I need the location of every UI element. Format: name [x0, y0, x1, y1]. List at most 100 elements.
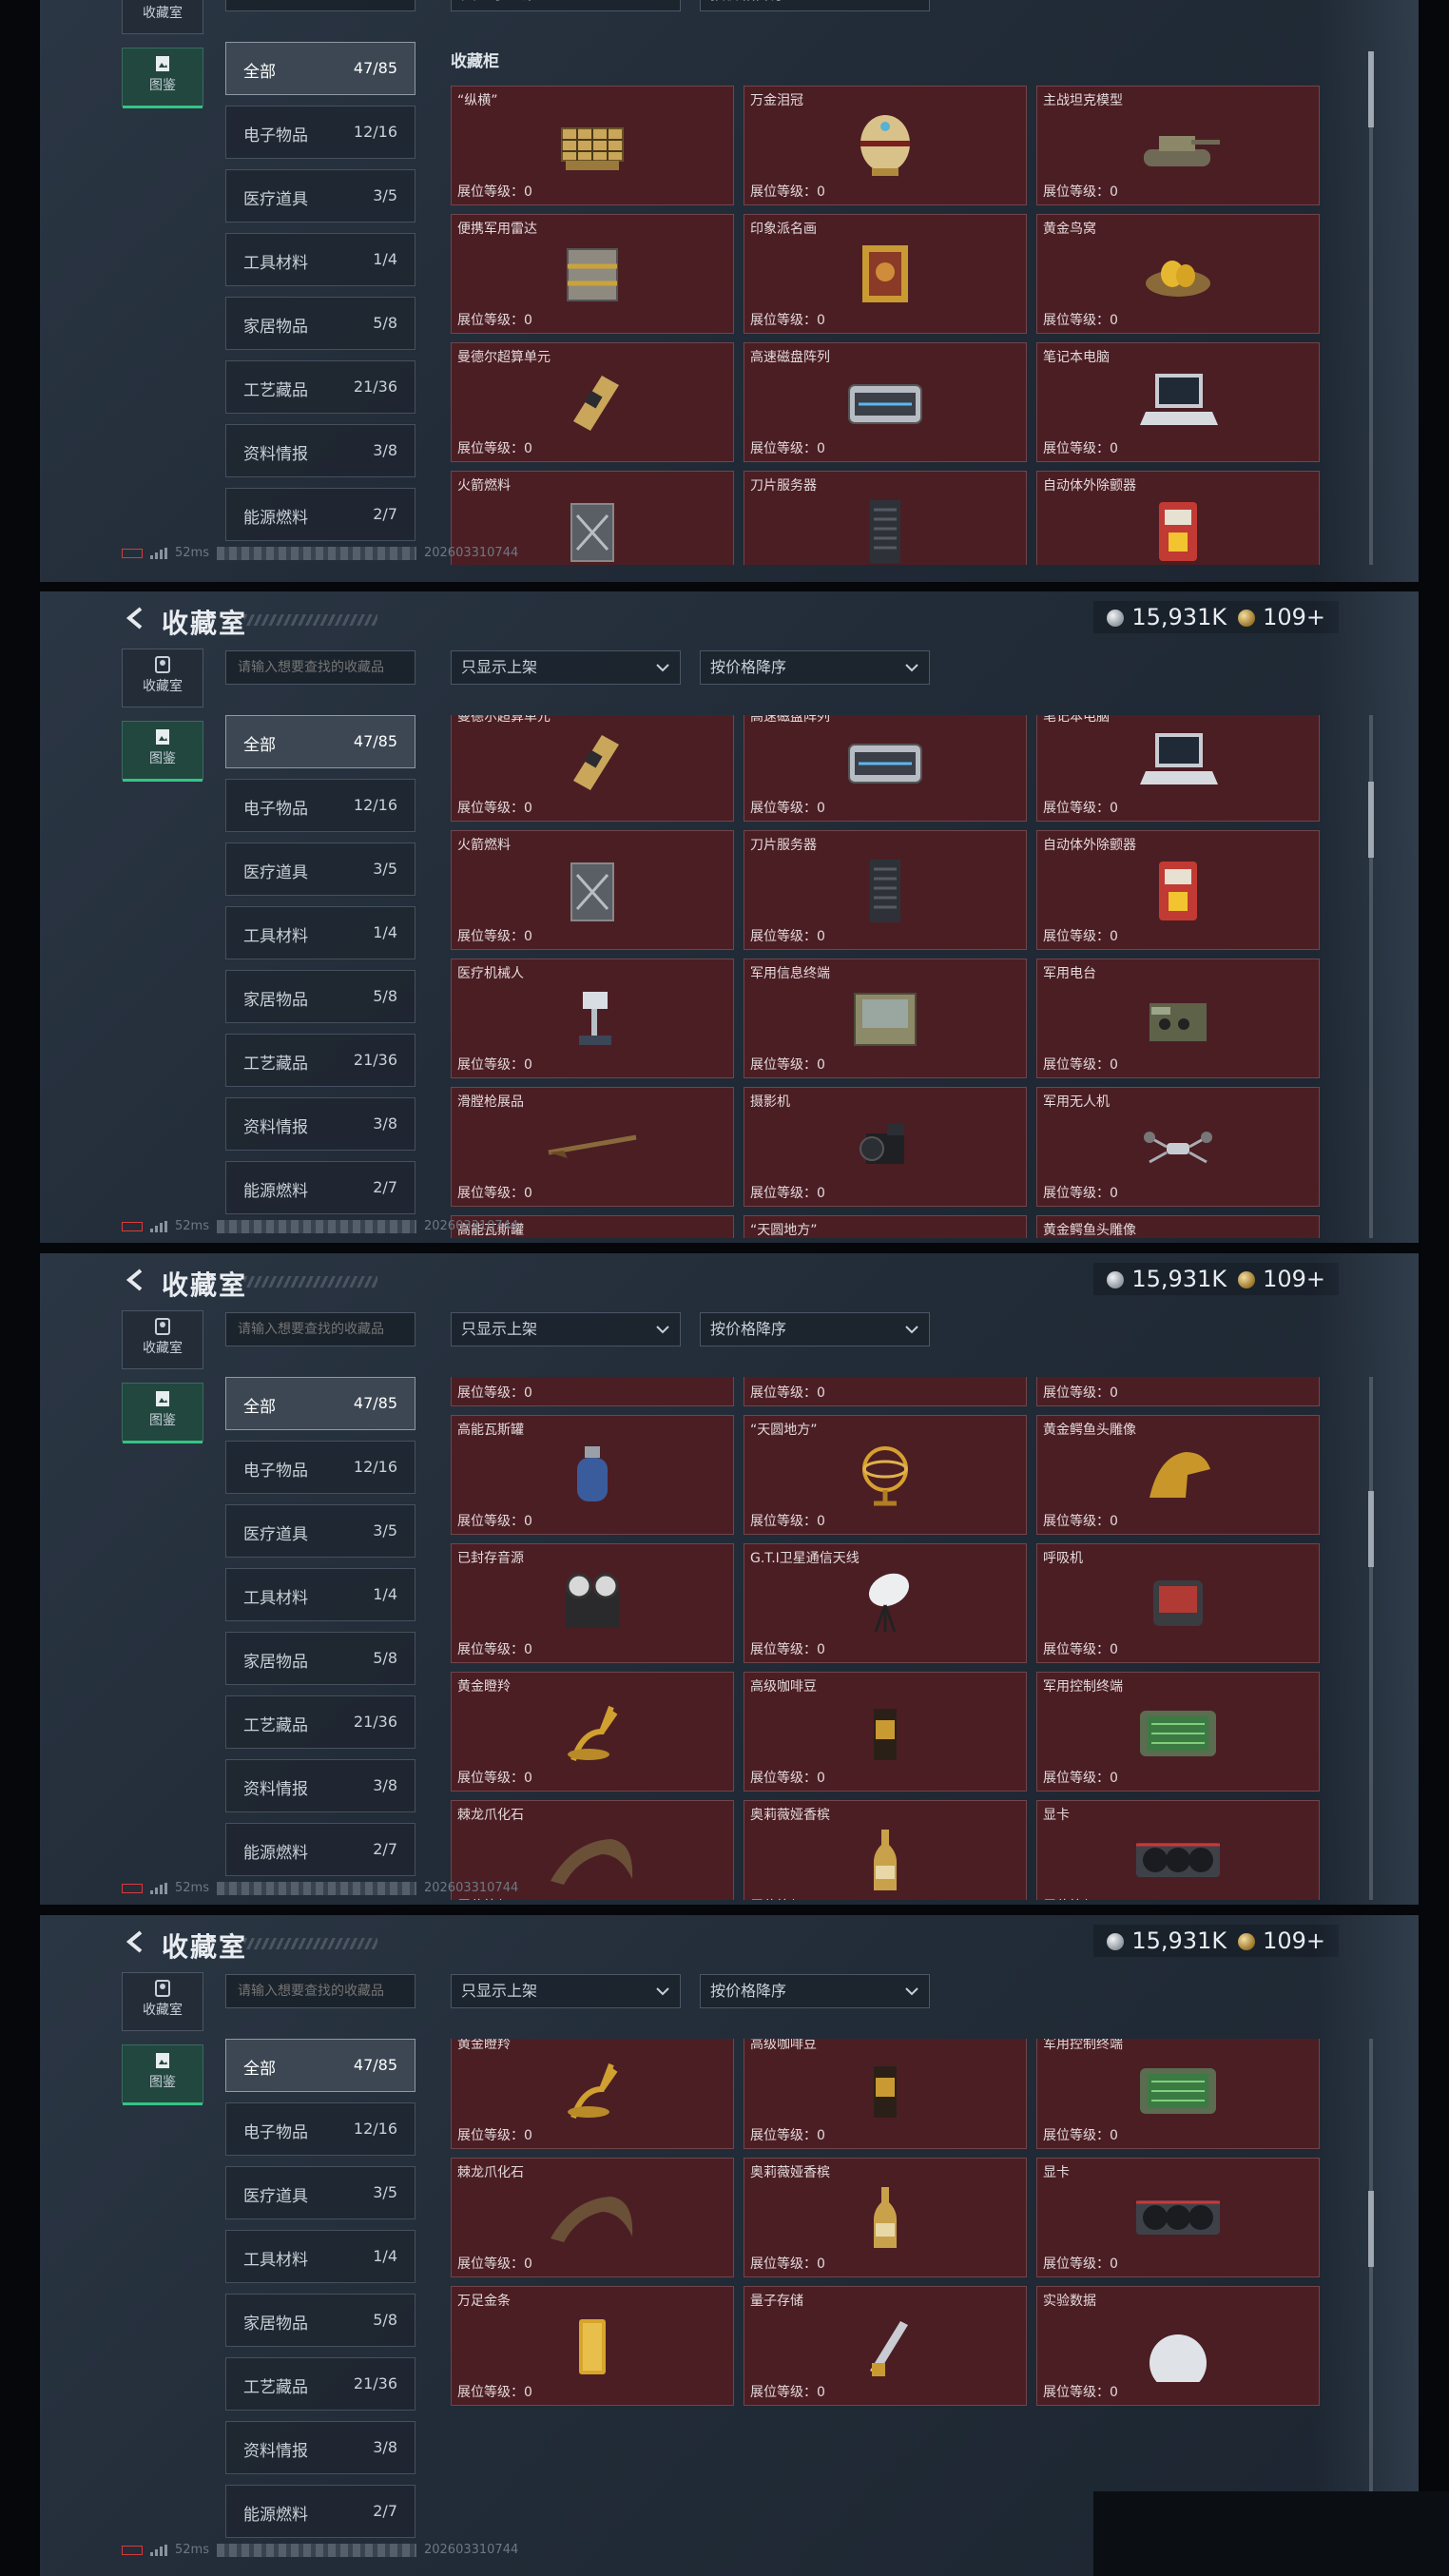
category-tab[interactable]: 能源燃料 2/7: [225, 1161, 415, 1214]
collectible-card[interactable]: “天圆地方”展位等级：0: [744, 1415, 1027, 1535]
search-input[interactable]: [225, 650, 415, 685]
collectible-card[interactable]: 自动体外除颤器展位等级：0: [1036, 830, 1320, 950]
collectible-card[interactable]: 高级咖啡豆 展位等级：0: [744, 2039, 1027, 2149]
category-tab[interactable]: 电子物品 12/16: [225, 2102, 415, 2156]
category-tab[interactable]: 电子物品 12/16: [225, 779, 415, 832]
category-tab[interactable]: 工艺藏品 21/36: [225, 2357, 415, 2411]
scrollbar-thumb[interactable]: [1368, 51, 1374, 127]
collectible-card[interactable]: 军用电台 展位等级：0: [1036, 959, 1320, 1078]
category-tab[interactable]: 工艺藏品 21/36: [225, 1034, 415, 1087]
category-tab[interactable]: 全部 47/85: [225, 715, 415, 768]
collectible-card[interactable]: 高级咖啡豆 展位等级：0: [744, 1672, 1027, 1792]
scrollbar-thumb[interactable]: [1368, 1491, 1374, 1567]
category-tab[interactable]: 资料情报 3/8: [225, 424, 415, 477]
collectible-card[interactable]: 显卡展位等级：0: [1036, 1800, 1320, 1900]
nav-catalog-button[interactable]: 图鉴: [122, 2044, 203, 2105]
collectible-card[interactable]: 军用无人机展位等级：0: [1036, 1377, 1320, 1406]
category-tab[interactable]: 家居物品 5/8: [225, 2294, 415, 2347]
category-tab[interactable]: 资料情报 3/8: [225, 2421, 415, 2474]
nav-catalog-button[interactable]: 图鉴: [122, 48, 203, 108]
nav-catalog-button[interactable]: 图鉴: [122, 721, 203, 782]
category-tab[interactable]: 医疗道具 3/5: [225, 169, 415, 223]
category-tab[interactable]: 资料情报 3/8: [225, 1097, 415, 1151]
nav-catalog-button[interactable]: 图鉴: [122, 1383, 203, 1443]
collectible-card[interactable]: 高速磁盘阵列 展位等级：0: [744, 342, 1027, 462]
search-input[interactable]: [225, 1312, 415, 1346]
collectible-card[interactable]: 刀片服务器展位等级：0: [744, 830, 1027, 950]
category-tab[interactable]: 电子物品 12/16: [225, 1441, 415, 1494]
collectible-card[interactable]: 奥莉薇娅香槟展位等级：0: [744, 1800, 1027, 1900]
back-arrow-icon[interactable]: [122, 1928, 148, 1955]
sort-dropdown[interactable]: 按价格降序: [700, 650, 930, 685]
collectible-card[interactable]: 显卡展位等级：0: [1036, 2158, 1320, 2277]
category-tab[interactable]: 工艺藏品 21/36: [225, 1695, 415, 1749]
category-tab[interactable]: 工具材料 1/4: [225, 2230, 415, 2283]
category-tab[interactable]: 医疗道具 3/5: [225, 843, 415, 896]
category-tab[interactable]: 家居物品 5/8: [225, 970, 415, 1023]
back-arrow-icon[interactable]: [122, 1267, 148, 1293]
collectible-card[interactable]: 黄金鸟窝 展位等级：0: [1036, 214, 1320, 334]
category-tab[interactable]: 工具材料 1/4: [225, 906, 415, 959]
category-tab[interactable]: 资料情报 3/8: [225, 1759, 415, 1812]
grid-scrollbar[interactable]: [1369, 51, 1373, 565]
collectible-card[interactable]: 军用无人机展位等级：0: [1036, 1087, 1320, 1207]
collectible-card[interactable]: 万足金条 展位等级：0: [451, 2286, 734, 2406]
collectible-card[interactable]: 印象派名画 展位等级：0: [744, 214, 1027, 334]
grid-scrollbar[interactable]: [1369, 1377, 1373, 1900]
shelf-filter-dropdown[interactable]: 只显示上架: [451, 1312, 681, 1346]
collectible-card[interactable]: 滑膛枪展品展位等级：0: [451, 1377, 734, 1406]
category-tab[interactable]: 电子物品 12/16: [225, 106, 415, 159]
nav-collection-room-button[interactable]: 收藏室: [122, 649, 203, 707]
collectible-card[interactable]: 黄金鳄鱼头雕像展位等级：0: [1036, 1415, 1320, 1535]
sort-dropdown[interactable]: 按价格降序: [700, 1312, 930, 1346]
gold-balance[interactable]: 109+: [1238, 1927, 1325, 1954]
collectible-card[interactable]: 笔记本电脑 展位等级：0: [1036, 715, 1320, 822]
back-arrow-icon[interactable]: [122, 605, 148, 631]
category-tab[interactable]: 医疗道具 3/5: [225, 1504, 415, 1558]
collectible-card[interactable]: 滑膛枪展品展位等级：0: [451, 1087, 734, 1207]
nav-collection-room-button[interactable]: 收藏室: [122, 0, 203, 34]
collectible-card[interactable]: 奥莉薇娅香槟展位等级：0: [744, 2158, 1027, 2277]
collectible-card[interactable]: 曼德尔超算单元 展位等级：0: [451, 342, 734, 462]
collectible-card[interactable]: 摄影机展位等级：0: [744, 1377, 1027, 1406]
collectible-card[interactable]: 万金泪冠 展位等级：0: [744, 86, 1027, 205]
category-tab[interactable]: 医疗道具 3/5: [225, 2166, 415, 2219]
collectible-card[interactable]: 火箭燃料展位等级：0: [451, 830, 734, 950]
collectible-card[interactable]: 军用信息终端 展位等级：0: [744, 959, 1027, 1078]
collectible-card[interactable]: 便携军用雷达 展位等级：0: [451, 214, 734, 334]
collectible-card[interactable]: 量子存储 展位等级：0: [744, 2286, 1027, 2406]
category-tab[interactable]: 工具材料 1/4: [225, 1568, 415, 1621]
collectible-card[interactable]: “天圆地方”展位等级：0: [744, 1215, 1027, 1238]
collectible-card[interactable]: 曼德尔超算单元 展位等级：0: [451, 715, 734, 822]
nav-collection-room-button[interactable]: 收藏室: [122, 1310, 203, 1369]
category-tab[interactable]: 能源燃料 2/7: [225, 488, 415, 541]
gold-balance[interactable]: 109+: [1238, 604, 1325, 630]
sort-dropdown[interactable]: 按价格降序: [700, 1974, 930, 2008]
collectible-card[interactable]: “纵横” 展位等级：0: [451, 86, 734, 205]
collectible-card[interactable]: 黄金鳄鱼头雕像展位等级：0: [1036, 1215, 1320, 1238]
collectible-card[interactable]: 军用控制终端 展位等级：0: [1036, 2039, 1320, 2149]
category-tab[interactable]: 全部 47/85: [225, 42, 415, 95]
category-tab[interactable]: 家居物品 5/8: [225, 1632, 415, 1685]
collectible-card[interactable]: 自动体外除颤器展位等级：0: [1036, 471, 1320, 565]
shelf-filter-dropdown[interactable]: 只显示上架: [451, 0, 681, 11]
gold-balance[interactable]: 109+: [1238, 1266, 1325, 1292]
collectible-card[interactable]: 医疗机械人 展位等级：0: [451, 959, 734, 1078]
scrollbar-thumb[interactable]: [1368, 782, 1374, 858]
search-input[interactable]: [225, 1974, 415, 2008]
collectible-card[interactable]: G.T.I卫星通信天线 展位等级：0: [744, 1543, 1027, 1663]
shelf-filter-dropdown[interactable]: 只显示上架: [451, 1974, 681, 2008]
category-tab[interactable]: 家居物品 5/8: [225, 297, 415, 350]
category-tab[interactable]: 全部 47/85: [225, 1377, 415, 1430]
collectible-card[interactable]: 高速磁盘阵列 展位等级：0: [744, 715, 1027, 822]
search-input[interactable]: [225, 0, 415, 11]
collectible-card[interactable]: 黄金瞪羚 展位等级：0: [451, 1672, 734, 1792]
category-tab[interactable]: 能源燃料 2/7: [225, 1823, 415, 1876]
sort-dropdown[interactable]: 按价格降序: [700, 0, 930, 11]
collectible-card[interactable]: 棘龙爪化石展位等级：0: [451, 2158, 734, 2277]
shelf-filter-dropdown[interactable]: 只显示上架: [451, 650, 681, 685]
category-tab[interactable]: 能源燃料 2/7: [225, 2485, 415, 2538]
category-tab[interactable]: 工艺藏品 21/36: [225, 360, 415, 414]
collectible-card[interactable]: 实验数据 展位等级：0: [1036, 2286, 1320, 2406]
collectible-card[interactable]: 笔记本电脑 展位等级：0: [1036, 342, 1320, 462]
